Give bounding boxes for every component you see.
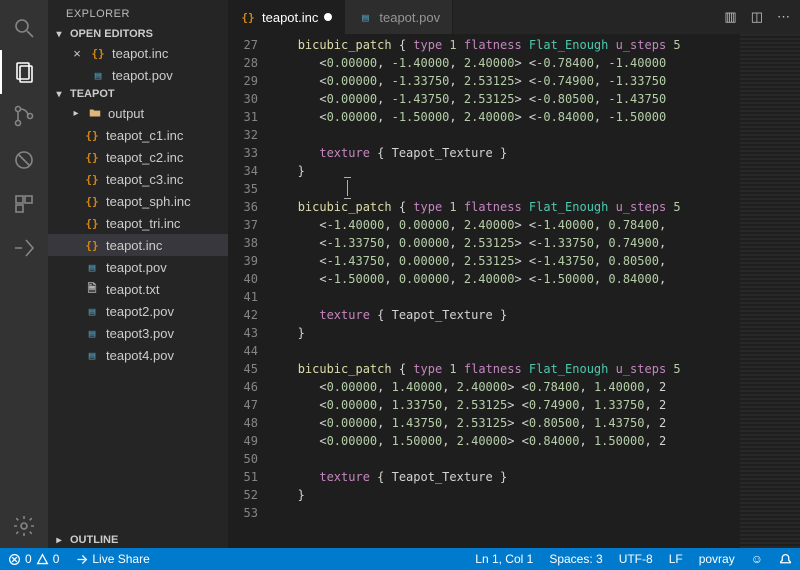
status-eol[interactable]: LF — [661, 548, 691, 570]
tree-file[interactable]: 🗎teapot.txt — [48, 278, 228, 300]
file-icon: ▤ — [84, 261, 100, 274]
file-icon: {} — [240, 11, 256, 24]
activity-debug[interactable] — [0, 138, 48, 182]
file-icon: {} — [84, 239, 100, 252]
file-icon: ▤ — [84, 305, 100, 318]
close-icon[interactable]: × — [70, 46, 84, 61]
activity-scm[interactable] — [0, 94, 48, 138]
section-open-editors[interactable]: ▾ OPEN EDITORS — [48, 26, 228, 42]
file-icon: {} — [90, 47, 106, 60]
file-icon: ▤ — [357, 11, 373, 24]
file-icon: ▤ — [84, 349, 100, 362]
file-icon: {} — [84, 151, 100, 164]
more-icon[interactable]: ⋯ — [777, 9, 790, 25]
text-cursor — [347, 180, 348, 196]
folder-icon — [88, 106, 102, 120]
status-feedback-icon[interactable]: ☺ — [743, 548, 771, 570]
file-icon: 🗎 — [84, 280, 100, 299]
status-errors[interactable]: 0 0 — [0, 548, 67, 570]
tab-teapot-inc[interactable]: {} teapot.inc — [228, 0, 345, 34]
chevron-down-icon: ▾ — [52, 29, 66, 40]
tree-file[interactable]: ▤teapot.pov — [48, 256, 228, 278]
chevron-down-icon: ▾ — [52, 89, 66, 100]
tree-file[interactable]: {}teapot_c3.inc — [48, 168, 228, 190]
tree-file[interactable]: {}teapot_sph.inc — [48, 190, 228, 212]
file-icon: {} — [84, 173, 100, 186]
open-editors-list: × {} teapot.inc ▤ teapot.pov — [48, 42, 228, 86]
folder-tree: ▸ output {}teapot_c1.inc {}teapot_c2.inc… — [48, 102, 228, 366]
status-bar: 0 0 Live Share Ln 1, Col 1 Spaces: 3 UTF… — [0, 548, 800, 570]
status-notifications-icon[interactable] — [771, 548, 800, 570]
activity-liveshare[interactable] — [0, 226, 48, 270]
code-content[interactable]: bicubic_patch { type 1 flatness Flat_Eno… — [276, 34, 740, 548]
open-editor-item[interactable]: × {} teapot.inc — [48, 42, 228, 64]
editor-body[interactable]: 2728293031323334353637383940414243444546… — [228, 34, 800, 548]
file-icon: {} — [84, 195, 100, 208]
sidebar-title: EXPLORER — [48, 0, 228, 26]
tab-teapot-pov[interactable]: ▤ teapot.pov — [345, 0, 453, 34]
status-language[interactable]: povray — [691, 548, 743, 570]
tree-file[interactable]: {}teapot_tri.inc — [48, 212, 228, 234]
tree-file[interactable]: {}teapot_c2.inc — [48, 146, 228, 168]
file-icon: ▤ — [90, 69, 106, 82]
open-editor-item[interactable]: ▤ teapot.pov — [48, 64, 228, 86]
tree-file[interactable]: ▤teapot2.pov — [48, 300, 228, 322]
activity-search[interactable] — [0, 6, 48, 50]
tree-file[interactable]: ▤teapot4.pov — [48, 344, 228, 366]
section-folder[interactable]: ▾ TEAPOT — [48, 86, 228, 102]
tree-file[interactable]: {}teapot_c1.inc — [48, 124, 228, 146]
editor-area: {} teapot.inc ▤ teapot.pov ▥ ◫ ⋯ 2728293… — [228, 0, 800, 548]
activity-explorer[interactable] — [0, 50, 48, 94]
explorer-sidebar: EXPLORER ▾ OPEN EDITORS × {} teapot.inc … — [48, 0, 228, 548]
status-spaces[interactable]: Spaces: 3 — [541, 548, 610, 570]
line-gutter: 2728293031323334353637383940414243444546… — [228, 34, 276, 548]
activity-extensions[interactable] — [0, 182, 48, 226]
chevron-right-icon: ▸ — [70, 108, 82, 119]
compare-icon[interactable]: ▥ — [724, 9, 736, 25]
activity-settings[interactable] — [0, 504, 48, 548]
file-icon: ▤ — [84, 327, 100, 340]
minimap[interactable] — [740, 34, 800, 548]
tree-folder[interactable]: ▸ output — [48, 102, 228, 124]
dirty-dot-icon — [324, 13, 332, 21]
status-cursor[interactable]: Ln 1, Col 1 — [467, 548, 541, 570]
status-liveshare[interactable]: Live Share — [67, 548, 157, 570]
editor-tabs: {} teapot.inc ▤ teapot.pov ▥ ◫ ⋯ — [228, 0, 800, 34]
tree-file[interactable]: ▤teapot3.pov — [48, 322, 228, 344]
file-icon: {} — [84, 129, 100, 142]
split-editor-icon[interactable]: ◫ — [751, 9, 763, 25]
tree-file[interactable]: {}teapot.inc — [48, 234, 228, 256]
file-icon: {} — [84, 217, 100, 230]
activity-bar — [0, 0, 48, 548]
status-encoding[interactable]: UTF-8 — [611, 548, 661, 570]
chevron-right-icon: ▸ — [52, 535, 66, 546]
section-outline[interactable]: ▸ OUTLINE — [48, 532, 228, 548]
